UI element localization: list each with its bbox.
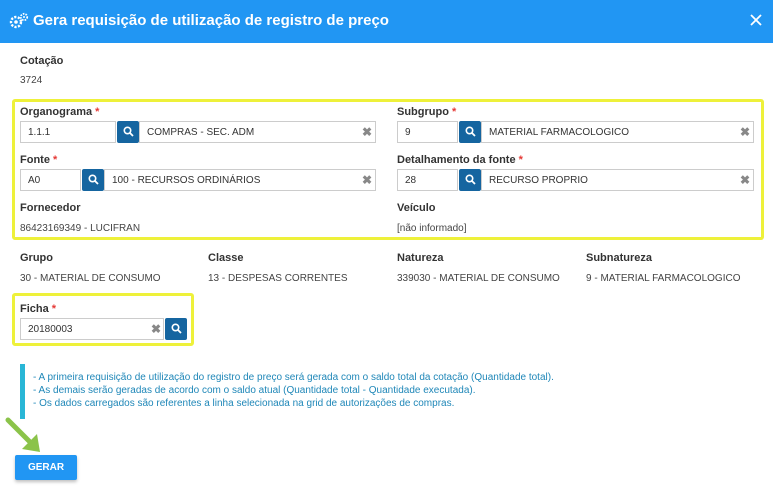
- organograma-description-input[interactable]: COMPRAS - SEC. ADM ✖: [139, 121, 376, 143]
- dialog-header: Gera requisição de utilização de registr…: [0, 0, 773, 43]
- fonte-search-button[interactable]: [82, 169, 104, 191]
- veiculo-value: [não informado]: [397, 223, 467, 234]
- veiculo-label: Veículo: [397, 202, 436, 214]
- required-asterisk: *: [52, 154, 58, 166]
- organograma-code-input[interactable]: 1.1.1: [20, 121, 116, 143]
- search-icon: [465, 126, 476, 137]
- close-icon[interactable]: [749, 13, 763, 27]
- subgrupo-label: Subgrupo *: [397, 106, 457, 118]
- search-icon: [123, 126, 134, 137]
- search-icon: [465, 174, 476, 185]
- cotacao-value: 3724: [20, 75, 43, 86]
- info-message: - A primeira requisição de utilização do…: [33, 371, 554, 410]
- gerar-button[interactable]: GERAR: [15, 455, 77, 480]
- info-line: - As demais serão geradas de acordo com …: [33, 385, 476, 396]
- clear-icon[interactable]: ✖: [362, 173, 372, 187]
- subnatureza-label: Subnatureza: [586, 252, 653, 264]
- grupo-label: Grupo: [20, 252, 53, 264]
- subgrupo-search-button[interactable]: [459, 121, 481, 143]
- detalhamento-description-input[interactable]: RECURSO PROPRIO ✖: [481, 169, 754, 191]
- subgrupo-code-input[interactable]: 9: [397, 121, 458, 143]
- required-asterisk: *: [451, 106, 457, 118]
- detalhamento-search-button[interactable]: [459, 169, 481, 191]
- fornecedor-label: Fornecedor: [20, 202, 81, 214]
- natureza-label: Natureza: [397, 252, 444, 264]
- subgrupo-description-input[interactable]: MATERIAL FARMACOLOGICO ✖: [481, 121, 754, 143]
- detalhamento-code-input[interactable]: 28: [397, 169, 458, 191]
- fonte-code-input[interactable]: A0: [20, 169, 81, 191]
- info-line: - A primeira requisição de utilização do…: [33, 372, 554, 383]
- fonte-label: Fonte *: [20, 154, 58, 166]
- fonte-description-input[interactable]: 100 - RECURSOS ORDINÁRIOS ✖: [104, 169, 376, 191]
- required-asterisk: *: [95, 106, 100, 118]
- dialog-title: Gera requisição de utilização de registr…: [33, 12, 389, 29]
- subnatureza-value: 9 - MATERIAL FARMACOLOGICO: [586, 273, 741, 284]
- ficha-search-button[interactable]: [165, 318, 187, 340]
- arrow-icon: [5, 417, 40, 452]
- required-asterisk: *: [518, 154, 523, 166]
- classe-label: Classe: [208, 252, 244, 264]
- fornecedor-value: 86423169349 - LUCIFRAN: [20, 223, 141, 234]
- organograma-search-button[interactable]: [117, 121, 139, 143]
- organograma-label: Organograma *: [20, 106, 100, 118]
- search-icon: [88, 174, 99, 185]
- clear-icon[interactable]: ✖: [740, 125, 750, 139]
- clear-icon[interactable]: ✖: [740, 173, 750, 187]
- required-asterisk: *: [51, 303, 57, 315]
- search-icon: [171, 323, 182, 334]
- grupo-value: 30 - MATERIAL DE CONSUMO: [20, 273, 161, 284]
- clear-icon[interactable]: ✖: [362, 125, 372, 139]
- detalhamento-label: Detalhamento da fonte *: [397, 154, 523, 166]
- clear-icon[interactable]: ✖: [151, 322, 161, 336]
- ficha-label: Ficha *: [20, 303, 57, 315]
- info-line: - Os dados carregados são referentes a l…: [33, 398, 455, 409]
- natureza-value: 339030 - MATERIAL DE CONSUMO: [397, 273, 560, 284]
- ficha-input[interactable]: 20180003 ✖: [20, 318, 164, 340]
- cotacao-label: Cotação: [20, 55, 64, 67]
- classe-value: 13 - DESPESAS CORRENTES: [208, 273, 348, 284]
- info-bar: [20, 364, 25, 419]
- cogs-icon: [9, 12, 29, 29]
